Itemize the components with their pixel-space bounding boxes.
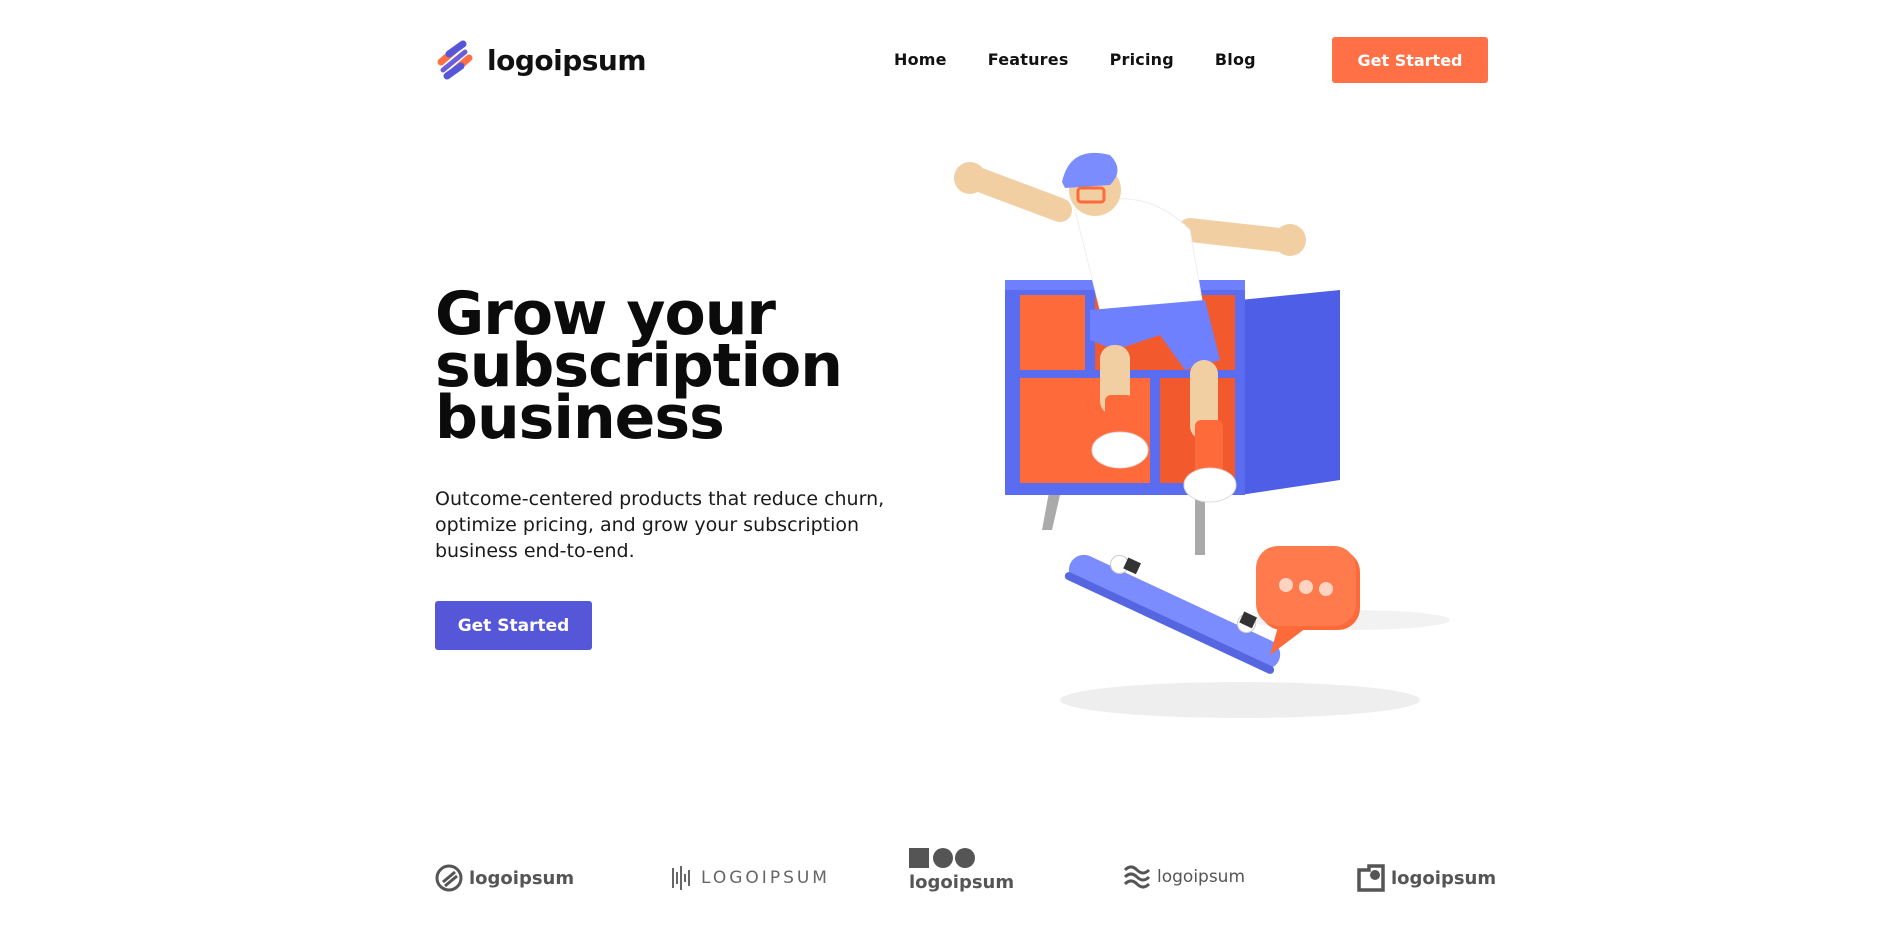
square-notch-icon [1357,864,1385,892]
partner-logo: logoipsum [1123,864,1245,890]
hero-title: Grow your subscription business [435,284,855,448]
nav-features[interactable]: Features [988,50,1069,69]
header-get-started-button[interactable]: Get Started [1332,37,1488,83]
brand-name: logoipsum [487,43,647,77]
partner-logo: logoipsum [909,846,1014,893]
partner-logo-text: logoipsum [1391,867,1497,889]
partner-logos: logoipsum LOGOIPSUM logoipsum logoipsum [435,848,1496,910]
logo-mark-icon [437,40,473,80]
nav-home[interactable]: Home [894,50,947,69]
site-header: logoipsum Home Features Pricing Blog Get… [435,36,1488,84]
partner-logo-text: logoipsum [1157,867,1246,887]
main-nav: Home Features Pricing Blog [894,50,1256,69]
hero-get-started-button[interactable]: Get Started [435,601,592,650]
partner-logo: logoipsum [1357,864,1496,892]
partner-logo: LOGOIPSUM [671,864,830,892]
circle-slash-icon [435,864,463,892]
square-circles-icon [909,848,975,868]
partner-logo-text: logoipsum [909,872,1015,893]
hero-subtitle: Outcome-centered products that reduce ch… [435,488,885,562]
waves-icon [1123,865,1151,889]
brand-logo[interactable]: logoipsum [435,40,647,80]
partner-logo-text: logoipsum [469,867,575,889]
partner-logo: logoipsum [435,864,574,892]
nav-pricing[interactable]: Pricing [1110,50,1174,69]
soundwave-icon [672,866,690,890]
partner-logo-text: LOGOIPSUM [701,868,830,888]
skateboarder-illustration [954,152,1450,718]
nav-blog[interactable]: Blog [1215,50,1256,69]
